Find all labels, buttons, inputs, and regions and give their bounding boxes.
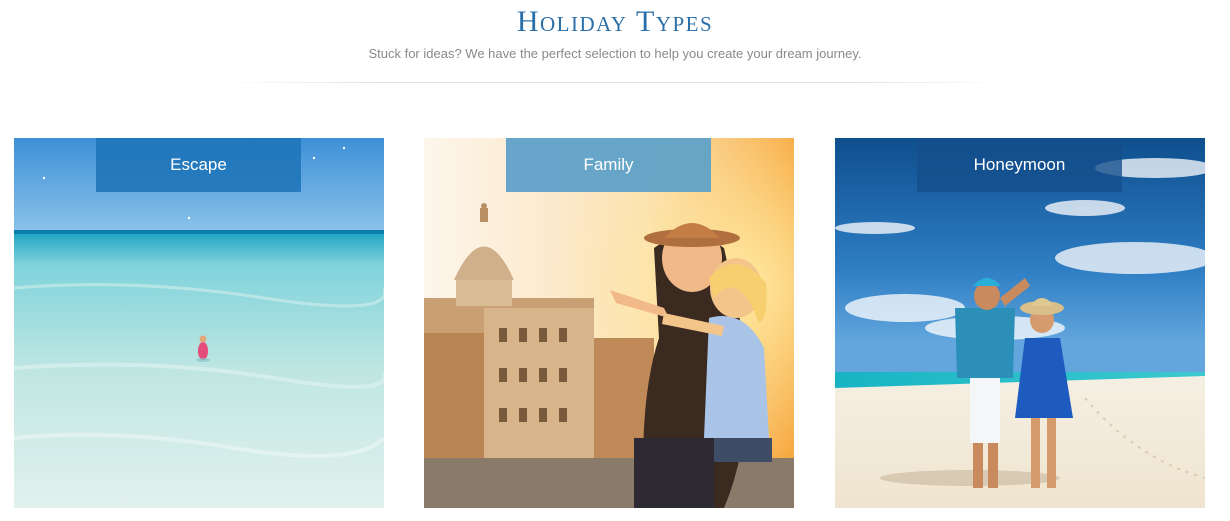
holiday-card-family[interactable]: Family — [424, 138, 794, 508]
section-divider — [222, 82, 1008, 83]
escape-card-label: Escape — [96, 138, 301, 192]
escape-card-image — [14, 138, 384, 508]
family-card-label: Family — [506, 138, 711, 192]
holiday-types-section: Holiday Types Stuck for ideas? We have t… — [0, 0, 1230, 521]
section-title: Holiday Types — [516, 5, 714, 38]
section-subtitle: Stuck for ideas? We have the perfect sel… — [368, 46, 862, 61]
holiday-card-escape[interactable]: Escape — [14, 138, 384, 508]
holiday-card-honeymoon[interactable]: Honeymoon — [835, 138, 1205, 508]
honeymoon-card-image — [835, 138, 1205, 508]
family-card-image — [424, 138, 794, 508]
honeymoon-card-label: Honeymoon — [917, 138, 1122, 192]
